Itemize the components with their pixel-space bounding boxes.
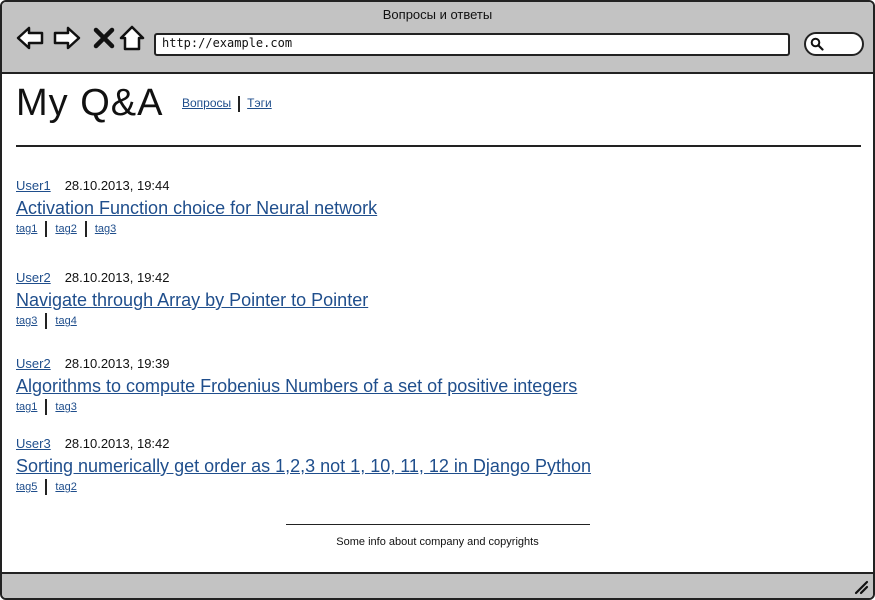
question-tags: tag1 tag3: [16, 399, 577, 415]
question-author-link[interactable]: User2: [16, 356, 51, 371]
question-item: User1 28.10.2013, 19:44 Activation Functi…: [16, 178, 377, 237]
question-tags: tag1 tag2 tag3: [16, 221, 377, 237]
tag-link[interactable]: tag2: [55, 223, 76, 235]
tag-link[interactable]: tag2: [55, 481, 76, 493]
question-date: 28.10.2013, 19:42: [64, 270, 170, 285]
status-bar: [2, 572, 873, 598]
question-title-link[interactable]: Activation Function choice for Neural ne…: [16, 198, 377, 219]
question-title-link[interactable]: Navigate through Array by Pointer to Poi…: [16, 290, 368, 311]
header-divider: [16, 145, 861, 147]
tag-link[interactable]: tag3: [16, 315, 37, 327]
footer-divider: [286, 524, 590, 525]
tag-divider: [45, 479, 48, 495]
question-title-link[interactable]: Sorting numerically get order as 1,2,3 n…: [16, 456, 591, 477]
tag-link[interactable]: tag3: [55, 401, 76, 413]
question-item: User2 28.10.2013, 19:42 Navigate through …: [16, 270, 368, 329]
back-arrow-icon[interactable]: [16, 24, 44, 52]
footer-text: Some info about company and copyrights: [336, 536, 539, 548]
tag-link[interactable]: tag5: [16, 481, 37, 493]
url-text: http://example.com: [162, 36, 293, 50]
question-author-link[interactable]: User2: [16, 270, 51, 285]
browser-window: Вопросы и ответы http://example.com My Q…: [0, 0, 875, 600]
tag-divider: [84, 221, 87, 237]
nav-link-questions[interactable]: Вопросы: [182, 96, 231, 110]
tag-divider: [45, 399, 48, 415]
tag-link[interactable]: tag3: [95, 223, 116, 235]
tag-link[interactable]: tag4: [55, 315, 76, 327]
question-tags: tag5 tag2: [16, 479, 591, 495]
close-x-icon[interactable]: [90, 24, 118, 52]
tag-link[interactable]: tag1: [16, 223, 37, 235]
tag-divider: [45, 221, 48, 237]
search-icon: [810, 37, 824, 51]
top-nav: Вопросы Тэги: [182, 96, 272, 112]
question-tags: tag3 tag4: [16, 313, 368, 329]
browser-toolbar: Вопросы и ответы http://example.com: [2, 2, 873, 74]
question-author-link[interactable]: User1: [16, 178, 51, 193]
tag-link[interactable]: tag1: [16, 401, 37, 413]
question-date: 28.10.2013, 19:39: [64, 356, 170, 371]
browser-search-box[interactable]: [804, 32, 864, 56]
tag-divider: [45, 313, 48, 329]
forward-arrow-icon[interactable]: [53, 24, 81, 52]
question-title-link[interactable]: Algorithms to compute Frobenius Numbers …: [16, 376, 577, 397]
question-item: User3 28.10.2013, 18:42 Sorting numerical…: [16, 436, 591, 495]
question-item: User2 28.10.2013, 19:39 Algorithms to com…: [16, 356, 577, 415]
resize-grip-icon[interactable]: [853, 579, 869, 595]
question-date: 28.10.2013, 18:42: [64, 436, 170, 451]
site-title: My Q&A: [16, 82, 164, 124]
address-bar[interactable]: http://example.com: [154, 33, 790, 56]
window-title: Вопросы и ответы: [382, 7, 493, 22]
question-author-link[interactable]: User3: [16, 436, 51, 451]
home-icon[interactable]: [118, 24, 146, 52]
nav-link-tags[interactable]: Тэги: [247, 96, 272, 110]
nav-divider: [238, 96, 241, 112]
question-date: 28.10.2013, 19:44: [64, 178, 170, 193]
